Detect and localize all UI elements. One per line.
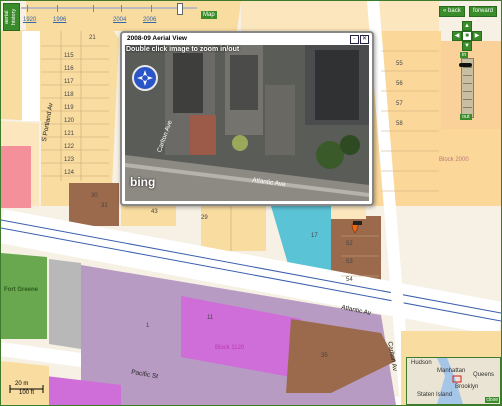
pan-right-icon[interactable]: ▶ <box>472 31 482 41</box>
overview-minimap[interactable]: Hudson Manhattan Queens Brooklyn Staten … <box>406 357 501 405</box>
popup-hint-text: Double click image to zoom in/out <box>126 46 240 53</box>
timeline-year-link[interactable]: 1996 <box>53 17 66 23</box>
forward-button[interactable]: forward » <box>469 6 498 23</box>
lot-gray <box>49 259 81 349</box>
pan-down-icon[interactable]: ▼ <box>462 41 472 51</box>
park-fort-greene <box>1 253 47 339</box>
timeline-year-link[interactable]: 2006 <box>143 17 156 23</box>
lot-brown-w <box>69 183 119 226</box>
timeline-slider-handle[interactable] <box>177 3 183 15</box>
back-button[interactable]: « back <box>439 6 465 17</box>
park-label: Fort Greene <box>4 287 39 293</box>
timeline-year-link[interactable]: 1920 <box>23 17 36 23</box>
aerial-photo[interactable] <box>125 45 369 201</box>
lot-mid-1 <box>201 206 266 251</box>
block-top-right <box>241 1 439 31</box>
timeline-track[interactable] <box>21 7 197 9</box>
minimap-close-button[interactable]: close <box>485 397 499 403</box>
zoom-out-button[interactable]: out <box>460 114 472 120</box>
pan-up-icon[interactable]: ▲ <box>462 21 472 31</box>
pan-left-icon[interactable]: ◀ <box>452 31 462 41</box>
minimize-icon[interactable]: − <box>350 35 359 44</box>
timeline-map-button[interactable]: Map <box>201 11 217 19</box>
aerial-history-tab[interactable]: aerial history <box>3 3 20 31</box>
lot-commercial-red <box>1 146 31 208</box>
close-icon[interactable]: ✕ <box>360 35 369 44</box>
bing-logo: bing <box>130 175 156 189</box>
map-navigation: « back forward » ▲ ◀ ■ ▶ ▼ in out <box>439 6 498 126</box>
timeline-year-link[interactable]: 2004 <box>113 17 126 23</box>
aerial-timeline: aerial history 1920 1996 2004 2006 Map <box>1 1 219 31</box>
scale-bar: 20 m 100 ft <box>9 381 45 397</box>
forward-arrow-icon: » <box>473 17 477 23</box>
aerial-view-popup: 2008-09 Aerial View − ✕ Double click ima… <box>120 31 374 206</box>
map-frame: 115 116 117 118 119 120 121 122 123 124 … <box>0 0 502 406</box>
popup-title: 2008-09 Aerial View <box>127 35 187 42</box>
zoom-slider-handle[interactable] <box>459 63 472 68</box>
compass-icon[interactable] <box>132 65 158 91</box>
pan-center-icon[interactable]: ■ <box>462 31 472 41</box>
block-residential-e <box>441 126 501 206</box>
